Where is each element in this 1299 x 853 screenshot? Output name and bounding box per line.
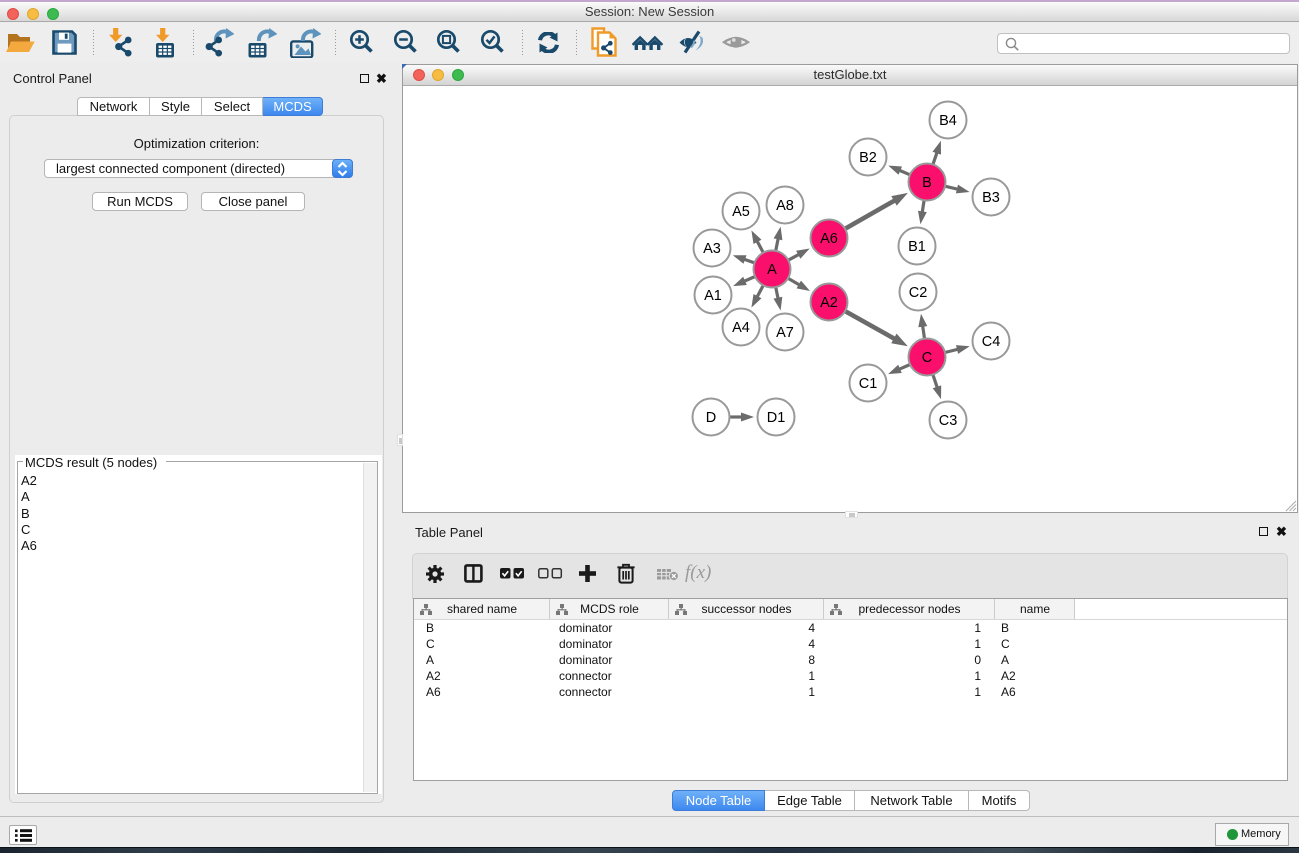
svg-text:A5: A5	[732, 204, 750, 220]
svg-text:B: B	[922, 175, 932, 191]
svg-text:C: C	[922, 350, 932, 366]
svg-text:B3: B3	[982, 190, 1000, 206]
svg-text:C3: C3	[939, 413, 958, 429]
svg-text:A3: A3	[703, 241, 721, 257]
svg-text:A6: A6	[820, 231, 838, 247]
svg-text:C4: C4	[982, 334, 1001, 350]
svg-text:A: A	[767, 262, 777, 278]
svg-text:A7: A7	[776, 325, 794, 341]
svg-text:A1: A1	[704, 288, 722, 304]
svg-text:C2: C2	[909, 285, 928, 301]
svg-text:B2: B2	[859, 150, 877, 166]
svg-text:B1: B1	[908, 239, 926, 255]
svg-text:B4: B4	[939, 113, 957, 129]
svg-text:D: D	[706, 410, 716, 426]
svg-text:A8: A8	[776, 198, 794, 214]
svg-text:C1: C1	[859, 376, 878, 392]
svg-text:A2: A2	[820, 295, 838, 311]
svg-text:A4: A4	[732, 320, 750, 336]
svg-text:D1: D1	[767, 410, 786, 426]
